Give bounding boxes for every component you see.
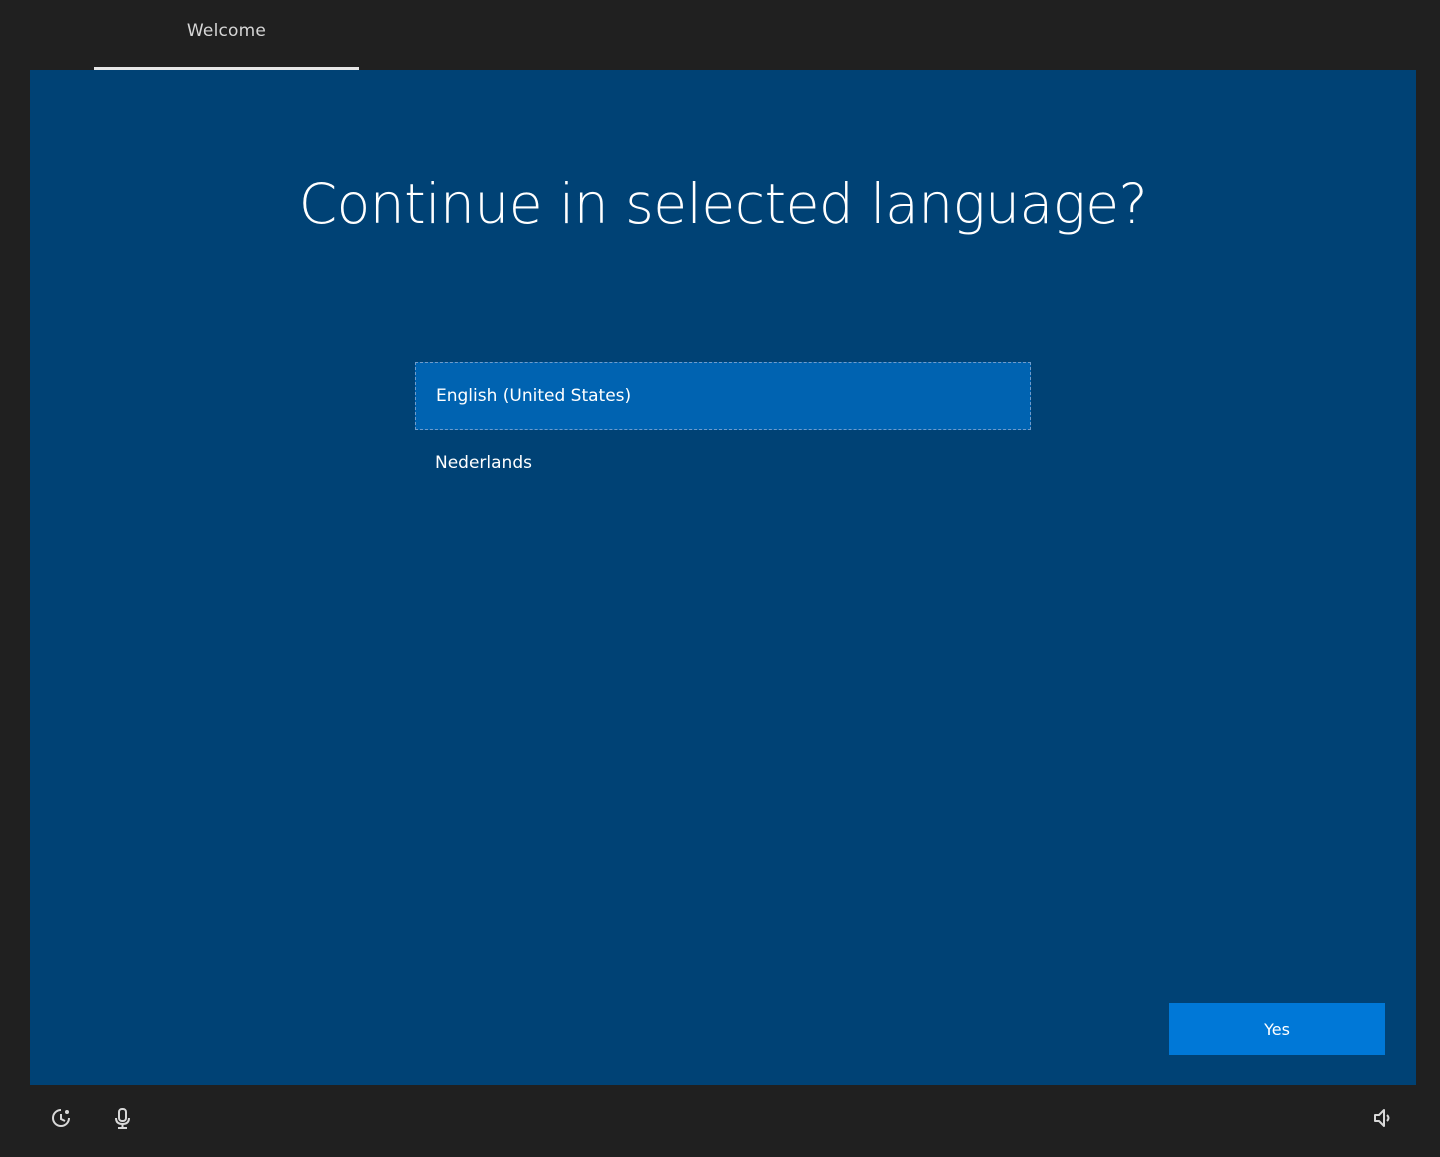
language-option-label: English (United States) bbox=[436, 386, 632, 406]
content-panel: Continue in selected language? English (… bbox=[30, 70, 1416, 1085]
language-option-label: Nederlands bbox=[435, 453, 532, 473]
language-list: English (United States) Nederlands bbox=[415, 362, 1031, 496]
language-option-nederlands[interactable]: Nederlands bbox=[415, 430, 1031, 496]
yes-button[interactable]: Yes bbox=[1169, 1003, 1385, 1055]
tab-welcome[interactable]: Welcome bbox=[94, 0, 359, 70]
microphone-icon[interactable] bbox=[111, 1106, 135, 1130]
volume-icon[interactable] bbox=[1371, 1106, 1395, 1130]
tab-welcome-label: Welcome bbox=[186, 21, 267, 41]
language-option-english[interactable]: English (United States) bbox=[415, 362, 1031, 430]
tab-strip: Welcome bbox=[0, 0, 1440, 70]
oobe-window: Welcome Continue in selected language? E… bbox=[0, 0, 1440, 1157]
ease-of-access-icon[interactable] bbox=[49, 1106, 73, 1130]
page-title: Continue in selected language? bbox=[298, 172, 1148, 236]
